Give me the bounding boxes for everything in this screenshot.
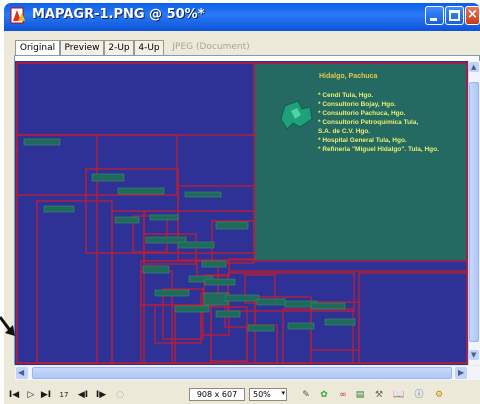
next-frame-icon[interactable]: I▶ <box>94 388 108 402</box>
region-title: Hidalgo, Pachuca <box>319 73 378 80</box>
minimize-icon <box>430 18 437 21</box>
loop-icon[interactable]: ◌ <box>114 388 126 402</box>
horizontal-scroll-thumb[interactable] <box>32 367 452 379</box>
minimize-button[interactable] <box>425 6 444 25</box>
fireworks-document-icon <box>10 7 25 24</box>
book-icon[interactable]: 📖 <box>392 388 406 402</box>
chevron-right-icon: ▶ <box>458 368 465 377</box>
tab-jpeg-document: JPEG (Document) <box>172 42 250 52</box>
location-item: S.A. de C.V. Hgo. <box>318 128 371 135</box>
vertical-scroll-thumb[interactable] <box>469 82 479 342</box>
chevron-down-icon: ▼ <box>471 351 477 359</box>
scroll-down-button[interactable]: ▼ <box>469 350 479 360</box>
tab-4-up[interactable]: 4-Up <box>134 40 164 55</box>
maximize-icon <box>449 10 460 21</box>
location-item: * Consultorio Bojay, Hgo. <box>318 101 396 108</box>
location-item: * Hospital General Tula, Hgo. <box>318 137 407 144</box>
last-frame-icon[interactable]: ▶I <box>40 388 52 402</box>
chevron-down-icon: ▾ <box>281 389 285 397</box>
location-item: * Consultorio Pachuca, Hgo. <box>318 110 406 117</box>
tab-2-up[interactable]: 2-Up <box>104 40 134 55</box>
close-icon: × <box>467 7 478 22</box>
chevron-up-icon: ▲ <box>471 63 477 71</box>
window-title: MAPAGR-1.PNG @ 50%* <box>32 7 205 22</box>
scroll-right-button[interactable]: ▶ <box>455 367 467 379</box>
tab-preview[interactable]: Preview <box>60 40 104 55</box>
link-icon[interactable]: ∞ <box>336 388 350 402</box>
layers-icon[interactable]: ▤ <box>354 388 366 402</box>
play-icon[interactable]: ▷ <box>24 388 38 402</box>
settings-icon[interactable]: ⚙ <box>432 388 446 402</box>
pointer-arrow-icon <box>0 316 15 336</box>
location-item: * Consultorio Petroquimica Tula, <box>318 119 419 126</box>
info-icon[interactable]: ⓘ <box>412 388 426 402</box>
maximize-button[interactable] <box>445 6 464 25</box>
pencil-icon[interactable]: ✎ <box>300 388 312 402</box>
locations-list: * Cendi Tula, Hgo. * Consultorio Bojay, … <box>318 91 468 154</box>
first-frame-icon[interactable]: I◀ <box>8 388 20 402</box>
zoom-select[interactable]: 50% ▾ <box>249 388 287 401</box>
brush-icon[interactable]: ✿ <box>318 388 330 402</box>
location-item: * Refineria "Miguel Hidalgo". Tula, Hgo. <box>318 146 439 153</box>
prev-frame-icon[interactable]: ◀I <box>76 388 90 402</box>
chevron-left-icon: ◀ <box>18 368 25 377</box>
location-item: * Cendi Tula, Hgo. <box>318 92 374 99</box>
frame-number: 17 <box>59 391 69 399</box>
image-dimensions: 908 x 607 <box>189 388 245 401</box>
wrench-icon[interactable]: ⚒ <box>372 388 386 402</box>
tab-original[interactable]: Original <box>15 40 60 55</box>
close-button[interactable]: × <box>465 6 480 25</box>
scroll-left-button[interactable]: ◀ <box>16 367 28 379</box>
zoom-value: 50% <box>253 390 271 399</box>
scroll-up-button[interactable]: ▲ <box>469 62 479 72</box>
